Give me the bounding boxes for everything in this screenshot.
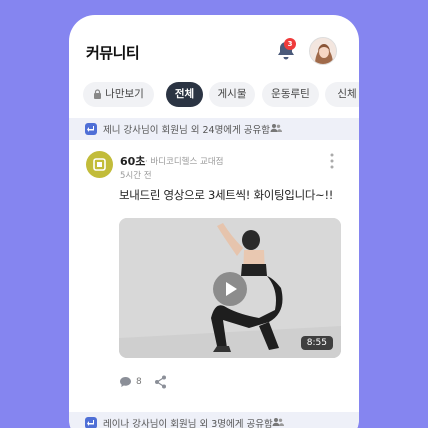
profile-avatar[interactable] <box>309 37 337 65</box>
people-icon <box>270 124 282 132</box>
tab-posts[interactable]: 게시물 <box>209 82 255 107</box>
post-time: 5시간 전 <box>120 171 152 181</box>
tab-label: 전체 <box>174 88 195 100</box>
author-org: · 바디코디헬스 교대점 <box>145 157 224 167</box>
share-arrow-icon <box>85 417 97 428</box>
tab-workout-routine[interactable]: 운동루틴 <box>262 82 319 107</box>
notification-badge: 3 <box>284 38 296 50</box>
play-icon <box>226 282 237 296</box>
post-header: 60초 · 바디코디헬스 교대점 5시간 전 <box>69 148 359 188</box>
share-banner: 제니 강사님이 회원님 외 24명에게 공유함 <box>69 118 359 140</box>
share-text: 레이나 강사님이 회원님 외 3명에게 공유함 <box>103 419 273 428</box>
video-thumbnail[interactable]: 8:55 <box>119 218 341 358</box>
author-avatar[interactable] <box>86 151 113 178</box>
video-duration: 8:55 <box>300 336 333 350</box>
play-button[interactable] <box>213 272 247 306</box>
more-options-icon[interactable] <box>328 152 336 170</box>
share-banner: 레이나 강사님이 회원님 외 3명에게 공유함 <box>69 412 359 428</box>
page-title: 커뮤니티 <box>86 44 140 62</box>
tab-label: 나만보기 <box>105 88 144 100</box>
share-arrow-icon <box>85 123 97 135</box>
tab-label: 게시물 <box>217 88 247 100</box>
share-text: 제니 강사님이 회원님 외 24명에게 공유함 <box>103 125 271 136</box>
phone-screen: 커뮤니티 3 나만보기 전체 게시물 운동루틴 신체 제니 강사님이 회원님 외… <box>69 15 359 428</box>
tab-private[interactable]: 나만보기 <box>83 82 154 107</box>
comment-icon[interactable] <box>119 376 132 388</box>
tab-body[interactable]: 신체 <box>325 82 359 107</box>
tab-label: 신체 <box>337 88 357 100</box>
app-header: 커뮤니티 3 <box>69 15 359 75</box>
comment-count: 8 <box>136 377 142 387</box>
tab-all[interactable]: 전체 <box>166 82 203 107</box>
people-icon <box>272 418 284 426</box>
post-body-text: 보내드린 영상으로 3세트씩! 화이팅입니다~!! <box>119 188 334 202</box>
author-name[interactable]: 60초 <box>120 153 145 169</box>
share-icon[interactable] <box>154 375 167 389</box>
lock-icon <box>94 89 102 99</box>
tab-label: 운동루틴 <box>271 88 310 100</box>
